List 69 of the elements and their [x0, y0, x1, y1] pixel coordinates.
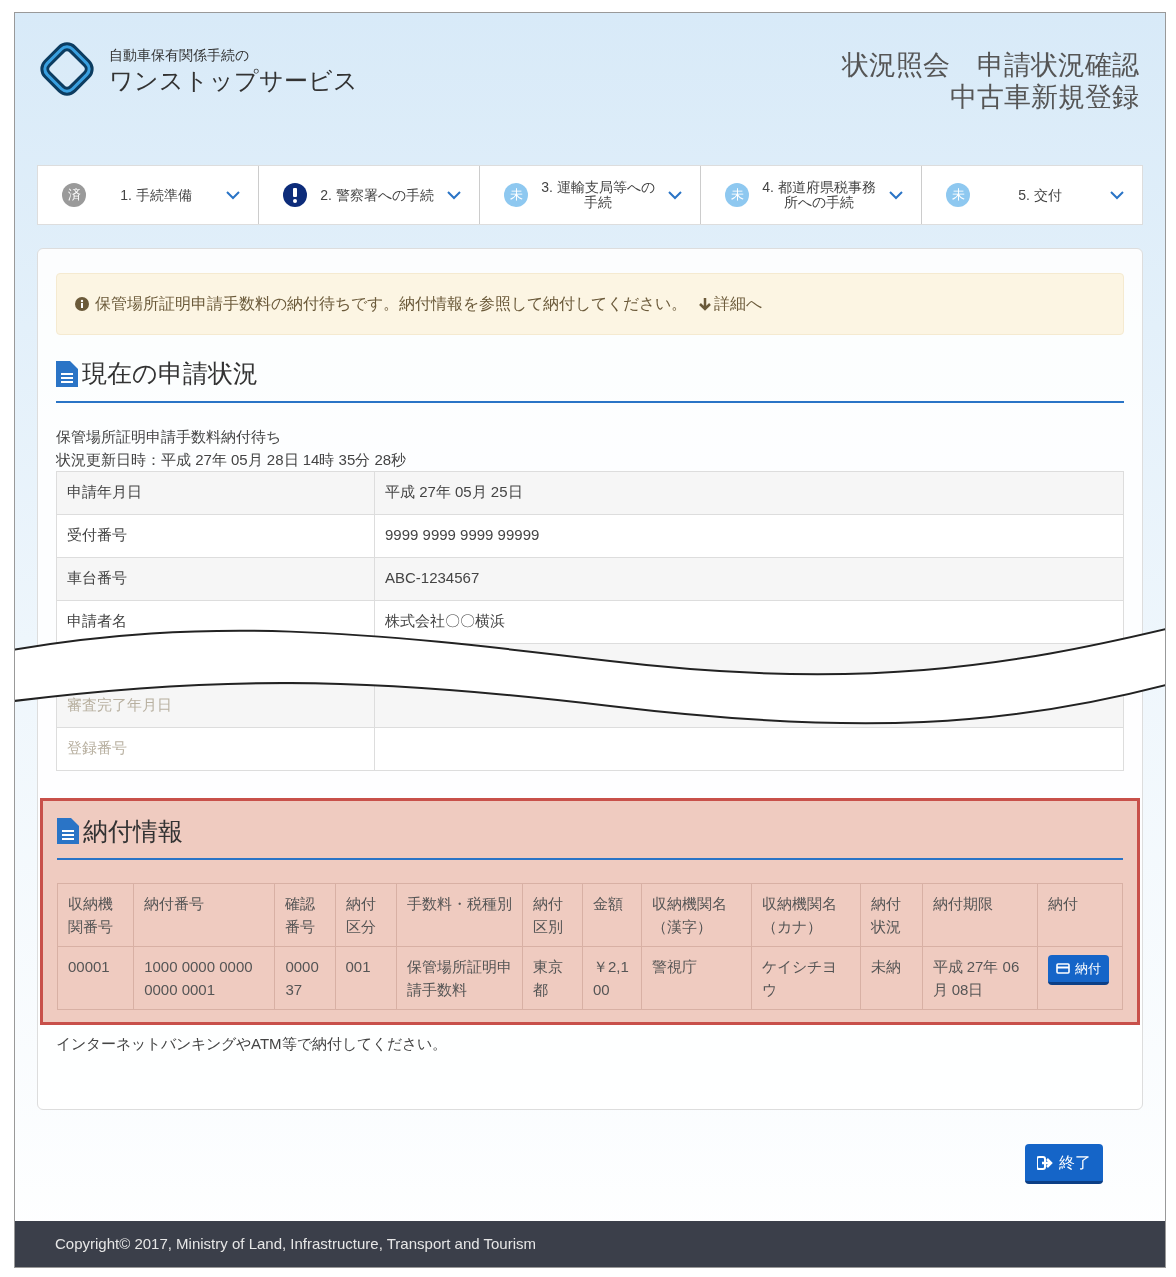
table-cell: 1000 0000 0000 0000 0001 [133, 946, 275, 1010]
table-cell: ABC-1234567 [374, 557, 1124, 600]
chevron-down-icon [447, 190, 461, 200]
section-heading: 納付情報 [83, 815, 183, 847]
end-button[interactable]: 終了 [1025, 1144, 1103, 1184]
alert-message: 保管場所証明申請手数料の納付待ちです。納付情報を参照して納付してください。 [95, 294, 687, 314]
column-header: 納付 [1037, 883, 1123, 947]
table-cell: 平成 27年 06月 08日 [922, 946, 1038, 1010]
service-name: ワンストップサービス [109, 66, 358, 96]
column-header: 収納機関名（カナ） [751, 883, 861, 947]
table-cell: 000037 [274, 946, 335, 1010]
step-tab[interactable]: 未 3. 運輸支局等への手続 [479, 166, 700, 224]
document-icon [57, 818, 79, 845]
card-icon [1055, 963, 1070, 974]
step-tab[interactable]: 未 4. 都道府県税事務所への手続 [700, 166, 921, 224]
table-cell: 株式会社〇〇横浜 [374, 600, 1124, 643]
pay-button[interactable]: 納付 [1047, 955, 1109, 985]
info-icon [75, 297, 89, 311]
copyright-text: Copyright© 2017, Ministry of Land, Infrastructure, Transport and Tourism [55, 1233, 536, 1254]
column-header: 納付区分 [335, 883, 397, 947]
chevron-down-icon [668, 190, 682, 200]
table-cell: ￥2,100 [582, 946, 642, 1010]
column-header: 金額 [582, 883, 642, 947]
chevron-down-icon [1110, 190, 1124, 200]
step-label: 2. 警察署への手続 [319, 187, 435, 203]
page-title: 状況照会 申請状況確認 [842, 49, 1139, 81]
logo-icon [37, 39, 97, 99]
table-cell: 警視庁 [641, 946, 752, 1010]
column-header: 納付番号 [133, 883, 275, 947]
step-tab[interactable]: 済 1. 手続準備 [38, 166, 258, 224]
step-label: 4. 都道府県税事務所への手続 [761, 180, 877, 210]
step-label: 1. 手続準備 [119, 187, 193, 203]
status-text: 保管場所証明申請手数料納付待ち [56, 426, 282, 447]
table-cell: 平成 27年 05月 25日 [374, 471, 1124, 514]
arrow-down-icon [699, 297, 711, 311]
table-cell: ケイシチヨウ [751, 946, 861, 1010]
table-cell: 保管場所証明申請手数料 [396, 946, 523, 1010]
chevron-down-icon [889, 190, 903, 200]
table-cell: 東京都 [522, 946, 583, 1010]
column-header: 収納機関名（漢字） [641, 883, 752, 947]
exclamation-icon [283, 183, 307, 207]
step-label: 5. 交付 [1017, 187, 1063, 203]
step-badge: 未 [504, 183, 528, 207]
step-tab[interactable]: 2. 警察署への手続 [258, 166, 479, 224]
table-cell: 00001 [57, 946, 134, 1010]
column-header: 確認番号 [274, 883, 335, 947]
exit-icon [1037, 1155, 1053, 1170]
section-heading: 現在の申請状況 [82, 358, 258, 389]
table-cell: 登録番号 [56, 727, 375, 770]
column-header: 納付区別 [522, 883, 583, 947]
column-header: 納付状況 [860, 883, 923, 947]
step-badge: 未 [946, 183, 970, 207]
step-label: 3. 運輸支局等への手続 [540, 180, 656, 210]
page-subtitle: 中古車新規登録 [950, 81, 1139, 113]
table-cell: 001 [335, 946, 397, 1010]
column-header: 納付期限 [922, 883, 1038, 947]
service-subtitle: 自動車保有関係手続の [109, 46, 250, 65]
table-cell: 9999 9999 9999 99999 [374, 514, 1124, 557]
chevron-down-icon [226, 190, 240, 200]
step-badge: 済 [62, 183, 86, 207]
document-icon [56, 360, 78, 387]
updated-time: 状況更新日時：平成 27年 05月 28日 14時 35分 28秒 [56, 449, 408, 470]
details-link[interactable]: 詳細へ [699, 292, 762, 316]
step-tab[interactable]: 未 5. 交付 [921, 166, 1142, 224]
column-header: 手数料・税種別 [396, 883, 523, 947]
column-header: 収納機関番号 [57, 883, 134, 947]
payment-note: インターネットバンキングやATM等で納付してください。 [56, 1034, 448, 1054]
step-badge: 未 [725, 183, 749, 207]
table-cell: 未納 [860, 946, 923, 1010]
